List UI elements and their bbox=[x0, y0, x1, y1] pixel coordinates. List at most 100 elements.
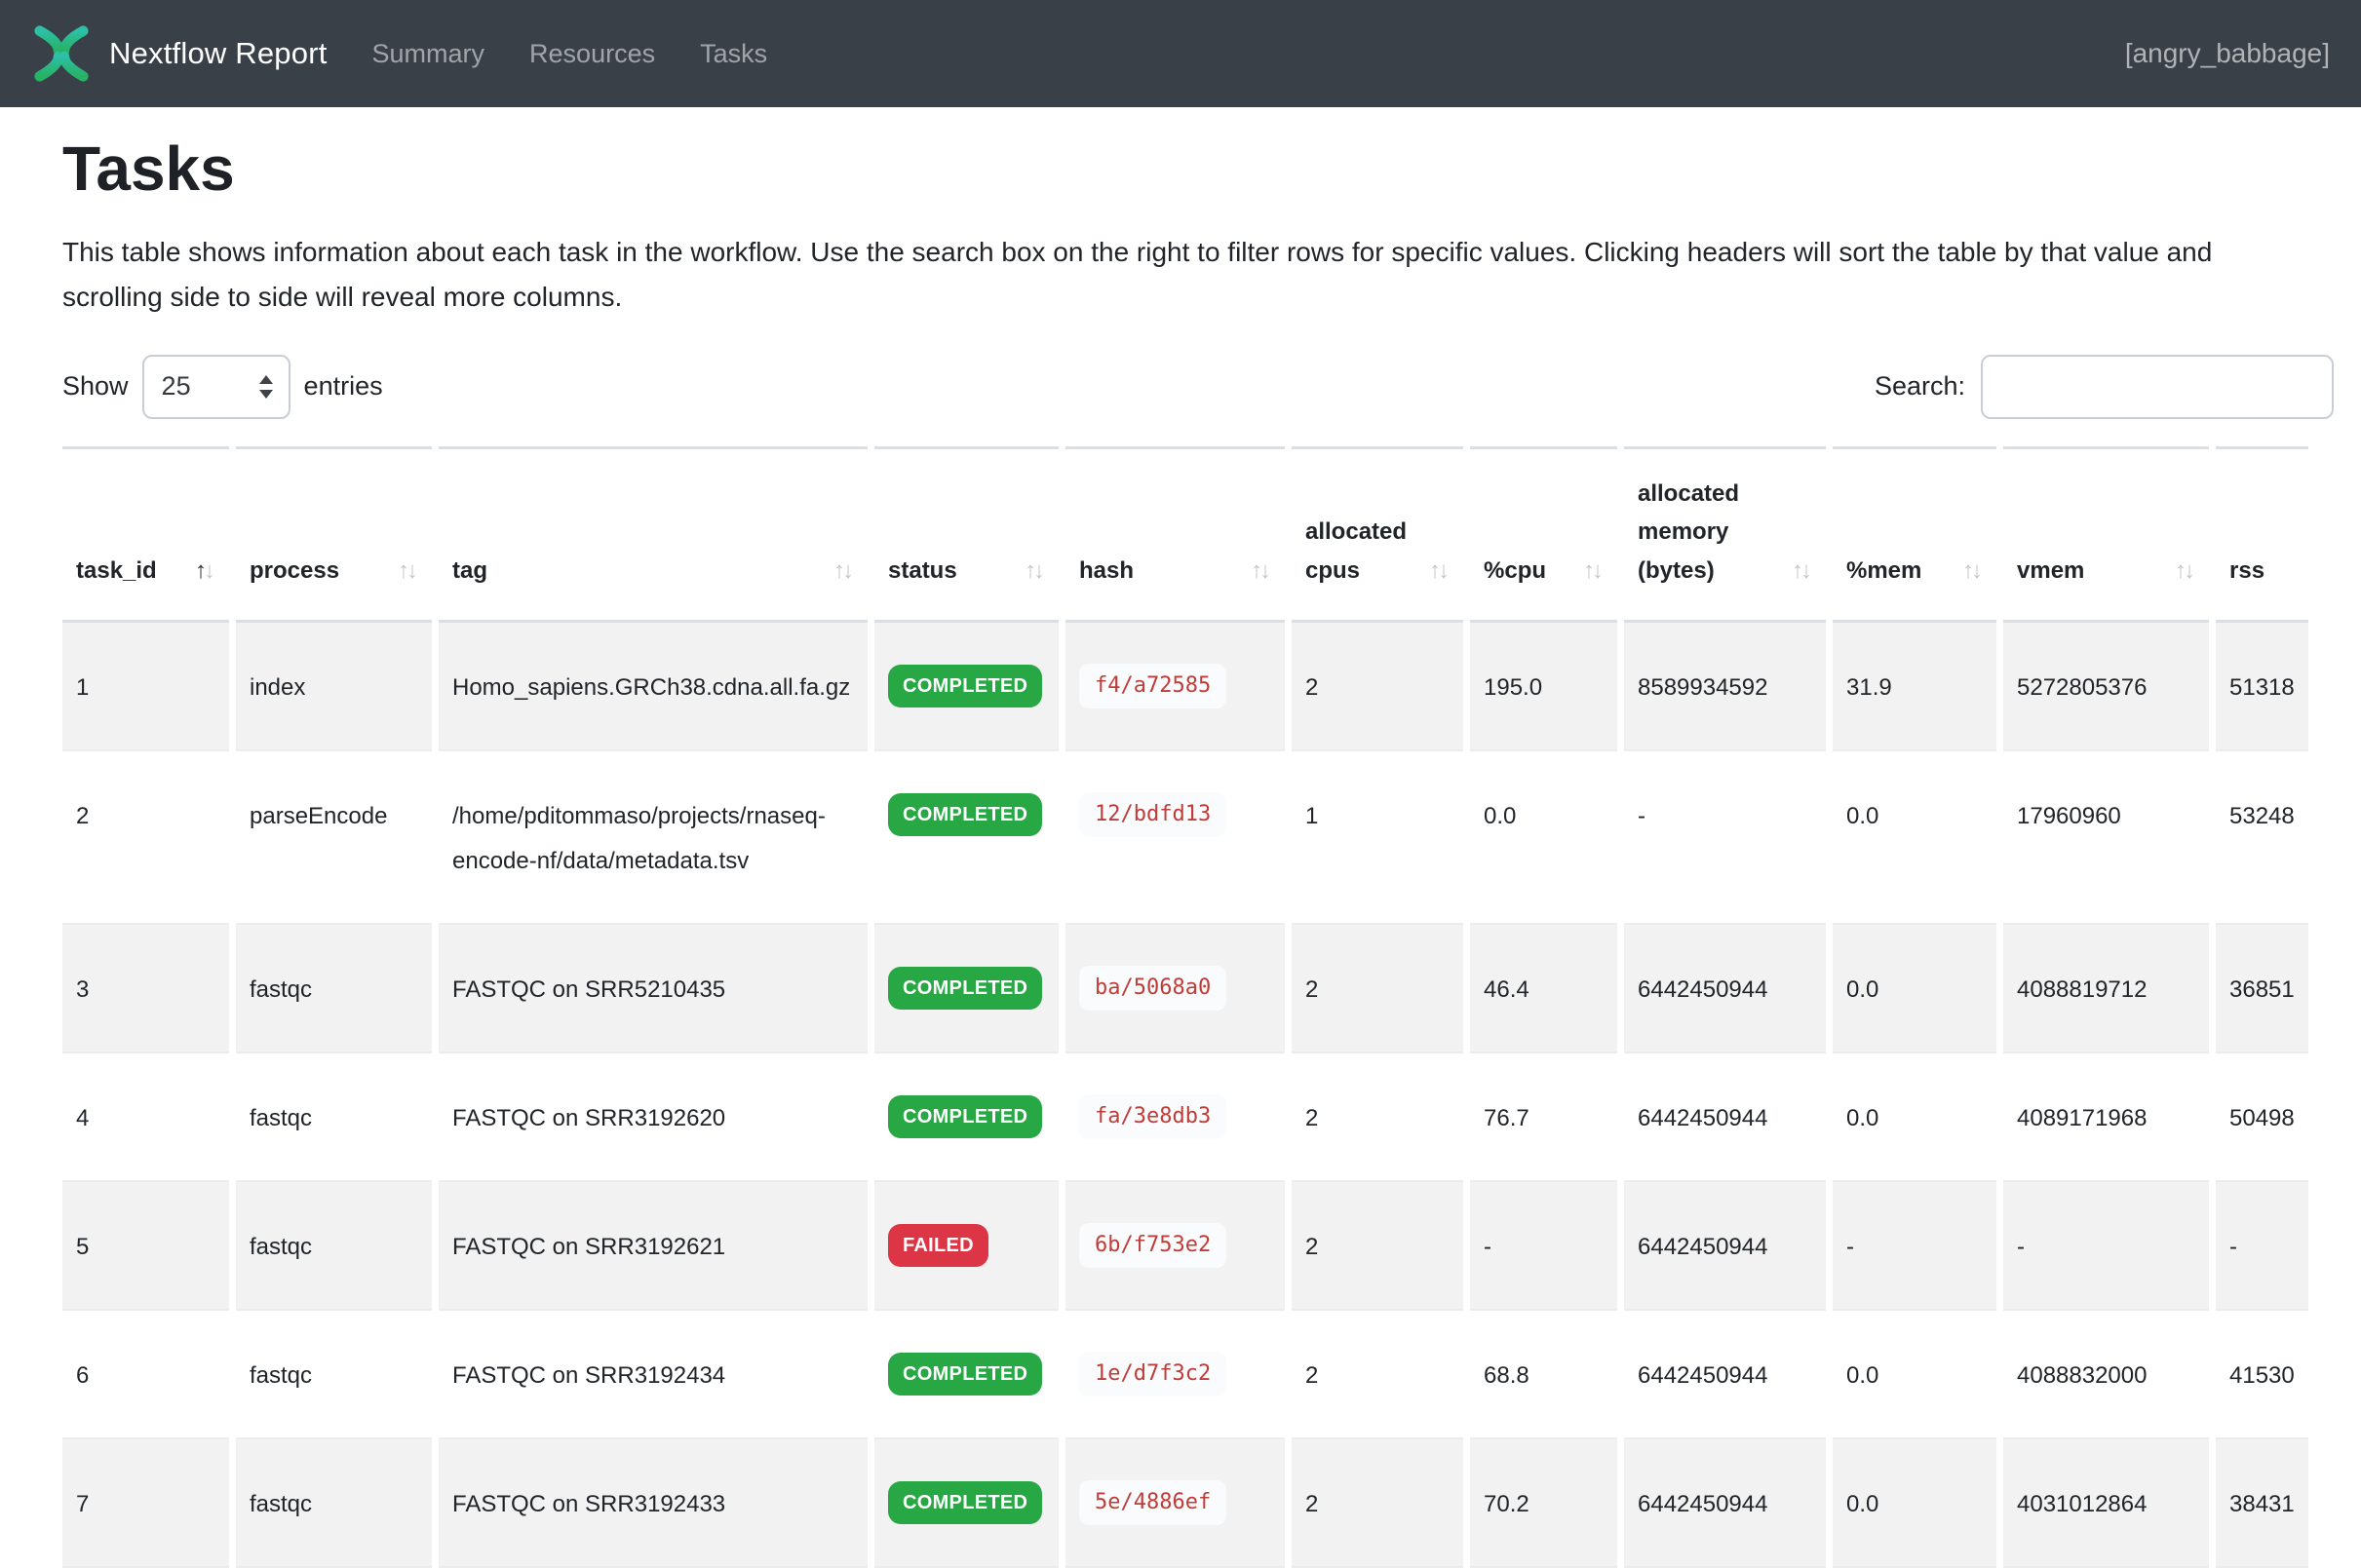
cell-task-id: 5 bbox=[62, 1182, 229, 1311]
page-description: This table shows information about each … bbox=[62, 230, 2295, 320]
cell-rss: 41530 bbox=[2216, 1311, 2308, 1439]
col-label: %cpu bbox=[1484, 552, 1546, 591]
cell-status: COMPLETED bbox=[874, 1439, 1059, 1568]
cell-tag: /home/pditommaso/projects/rnaseq-encode-… bbox=[439, 751, 868, 925]
cell-pmem: 0.0 bbox=[1833, 1439, 1996, 1568]
col-header-process[interactable]: process ↑↓ bbox=[236, 446, 432, 623]
cell-allocated-memory: 6442450944 bbox=[1624, 1053, 1826, 1182]
hash-code: 6b/f753e2 bbox=[1079, 1223, 1226, 1268]
cell-allocated-cpus: 2 bbox=[1292, 1439, 1463, 1568]
cell-tag: FASTQC on SRR3192620 bbox=[439, 1053, 868, 1182]
table-row: 4 fastqc FASTQC on SRR3192620 COMPLETED … bbox=[62, 1053, 2308, 1182]
sort-desc-icon: ↓ bbox=[406, 557, 418, 584]
col-label: vmem bbox=[2017, 552, 2084, 591]
cell-allocated-memory: 8589934592 bbox=[1624, 623, 1826, 751]
cell-allocated-cpus: 1 bbox=[1292, 751, 1463, 925]
cell-pcpu: 195.0 bbox=[1470, 623, 1617, 751]
col-label: allocated memory (bytes) bbox=[1638, 475, 1786, 591]
show-label: Show bbox=[62, 371, 129, 402]
col-header-status[interactable]: status ↑↓ bbox=[874, 446, 1059, 623]
cell-tag: FASTQC on SRR5210435 bbox=[439, 925, 868, 1053]
sort-desc-icon: ↓ bbox=[1438, 557, 1450, 584]
cell-hash: 5e/4886ef bbox=[1065, 1439, 1285, 1568]
cell-task-id: 4 bbox=[62, 1053, 229, 1182]
sort-icons: ↑↓ bbox=[195, 552, 215, 591]
col-label: process bbox=[250, 552, 339, 591]
col-header-hash[interactable]: hash ↑↓ bbox=[1065, 446, 1285, 623]
cell-vmem: 5272805376 bbox=[2003, 623, 2209, 751]
sort-icons: ↑↓ bbox=[1251, 552, 1271, 591]
table-row: 7 fastqc FASTQC on SRR3192433 COMPLETED … bbox=[62, 1439, 2308, 1568]
cell-status: FAILED bbox=[874, 1182, 1059, 1311]
cell-tag: FASTQC on SRR3192621 bbox=[439, 1182, 868, 1311]
page-content: Tasks This table shows information about… bbox=[0, 133, 2361, 419]
cell-hash: fa/3e8db3 bbox=[1065, 1053, 1285, 1182]
sort-desc-icon: ↓ bbox=[1592, 557, 1604, 584]
col-header-pmem[interactable]: %mem ↑↓ bbox=[1833, 446, 1996, 623]
cell-pmem: 0.0 bbox=[1833, 1311, 1996, 1439]
cell-rss: 38431 bbox=[2216, 1439, 2308, 1568]
cell-vmem: 17960960 bbox=[2003, 751, 2209, 925]
cell-task-id: 2 bbox=[62, 751, 229, 925]
sort-desc-icon: ↓ bbox=[1259, 557, 1271, 584]
cell-pcpu: 0.0 bbox=[1470, 751, 1617, 925]
hash-code: 12/bdfd13 bbox=[1079, 792, 1226, 837]
cell-pmem: - bbox=[1833, 1182, 1996, 1311]
cell-pcpu: 70.2 bbox=[1470, 1439, 1617, 1568]
sort-desc-icon: ↓ bbox=[2184, 557, 2195, 584]
cell-pmem: 0.0 bbox=[1833, 751, 1996, 925]
col-label: %mem bbox=[1846, 552, 1921, 591]
status-badge: COMPLETED bbox=[888, 1481, 1042, 1524]
search-input[interactable] bbox=[1981, 355, 2334, 419]
sort-desc-icon: ↓ bbox=[1033, 557, 1045, 584]
col-label: tag bbox=[452, 552, 487, 591]
col-header-task-id[interactable]: task_id ↑↓ bbox=[62, 446, 229, 623]
col-header-tag[interactable]: tag ↑↓ bbox=[439, 446, 868, 623]
search-label: Search: bbox=[1875, 371, 1965, 402]
cell-status: COMPLETED bbox=[874, 751, 1059, 925]
cell-process: fastqc bbox=[236, 1439, 432, 1568]
cell-status: COMPLETED bbox=[874, 623, 1059, 751]
sort-icons: ↑↓ bbox=[2175, 552, 2195, 591]
cell-tag: FASTQC on SRR3192433 bbox=[439, 1439, 868, 1568]
cell-pmem: 0.0 bbox=[1833, 925, 1996, 1053]
navbar: Nextflow Report Summary Resources Tasks … bbox=[0, 0, 2361, 107]
tasks-table: task_id ↑↓ process ↑↓ tag ↑↓ status ↑↓ h… bbox=[62, 446, 2315, 1568]
nav-link-summary[interactable]: Summary bbox=[372, 39, 485, 69]
col-header-allocated-memory[interactable]: allocated memory (bytes) ↑↓ bbox=[1624, 446, 1826, 623]
brand-title: Nextflow Report bbox=[109, 36, 328, 71]
stepper-down-icon bbox=[259, 390, 273, 399]
cell-task-id: 1 bbox=[62, 623, 229, 751]
status-badge: COMPLETED bbox=[888, 793, 1042, 836]
cell-allocated-memory: 6442450944 bbox=[1624, 1439, 1826, 1568]
cell-allocated-cpus: 2 bbox=[1292, 1182, 1463, 1311]
nav-link-tasks[interactable]: Tasks bbox=[700, 39, 767, 69]
cell-process: fastqc bbox=[236, 1311, 432, 1439]
cell-process: fastqc bbox=[236, 925, 432, 1053]
cell-tag: FASTQC on SRR3192434 bbox=[439, 1311, 868, 1439]
col-header-allocated-cpus[interactable]: allocated cpus ↑↓ bbox=[1292, 446, 1463, 623]
cell-rss: 51318 bbox=[2216, 623, 2308, 751]
col-header-rss[interactable]: rss bbox=[2216, 446, 2308, 623]
status-badge: COMPLETED bbox=[888, 665, 1042, 708]
sort-desc-icon: ↓ bbox=[204, 557, 215, 584]
cell-process: index bbox=[236, 623, 432, 751]
page-length-select[interactable]: 25 bbox=[142, 355, 290, 419]
cell-vmem: - bbox=[2003, 1182, 2209, 1311]
cell-status: COMPLETED bbox=[874, 1311, 1059, 1439]
sort-icons: ↑↓ bbox=[398, 552, 418, 591]
cell-rss: 50498 bbox=[2216, 1053, 2308, 1182]
tasks-table-wrapper[interactable]: task_id ↑↓ process ↑↓ tag ↑↓ status ↑↓ h… bbox=[62, 446, 2361, 1568]
col-label: status bbox=[888, 552, 957, 591]
brand-link[interactable]: Nextflow Report bbox=[31, 23, 328, 84]
table-row: 5 fastqc FASTQC on SRR3192621 FAILED 6b/… bbox=[62, 1182, 2308, 1311]
table-row: 2 parseEncode /home/pditommaso/projects/… bbox=[62, 751, 2308, 925]
cell-allocated-cpus: 2 bbox=[1292, 925, 1463, 1053]
col-header-vmem[interactable]: vmem ↑↓ bbox=[2003, 446, 2209, 623]
nav-link-resources[interactable]: Resources bbox=[529, 39, 655, 69]
cell-tag: Homo_sapiens.GRCh38.cdna.all.fa.gz bbox=[439, 623, 868, 751]
hash-code: 1e/d7f3c2 bbox=[1079, 1352, 1226, 1396]
status-badge: COMPLETED bbox=[888, 1095, 1042, 1138]
cell-task-id: 3 bbox=[62, 925, 229, 1053]
col-header-pcpu[interactable]: %cpu ↑↓ bbox=[1470, 446, 1617, 623]
